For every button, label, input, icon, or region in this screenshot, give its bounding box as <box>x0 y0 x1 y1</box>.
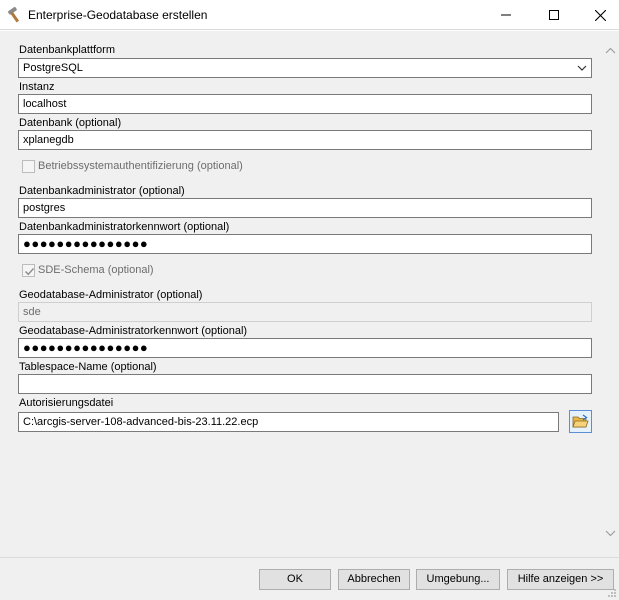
platform-select[interactable]: PostgreSQL <box>18 58 592 78</box>
gdb-admin-label: Geodatabase-Administrator (optional) <box>19 289 203 301</box>
ok-button[interactable]: OK <box>259 569 331 590</box>
scroll-down-icon[interactable] <box>605 528 616 538</box>
scroll-up-icon[interactable] <box>605 46 616 56</box>
database-input[interactable]: xplanegdb <box>18 130 592 150</box>
vertical-scrollbar[interactable] <box>602 31 619 557</box>
os-auth-label: Betriebssystemauthentifizierung (optiona… <box>38 160 243 172</box>
gdb-admin-password-label: Geodatabase-Administratorkennwort (optio… <box>19 325 248 337</box>
db-admin-input[interactable]: postgres <box>18 198 592 218</box>
hammer-icon <box>6 6 24 24</box>
gdb-admin-input[interactable]: sde <box>18 302 592 322</box>
browse-button[interactable] <box>569 410 592 433</box>
instance-input[interactable]: localhost <box>18 94 592 114</box>
resize-grip-icon[interactable] <box>607 588 617 598</box>
close-icon <box>594 9 606 21</box>
checkmark-icon <box>25 267 35 275</box>
chevron-down-icon <box>577 65 587 71</box>
minimize-button[interactable] <box>483 0 529 30</box>
db-admin-label: Datenbankadministrator (optional) <box>19 185 185 197</box>
platform-label: Datenbankplattform <box>19 44 115 56</box>
environment-button[interactable]: Umgebung... <box>416 569 500 590</box>
tablespace-input[interactable] <box>18 374 592 394</box>
db-admin-password-label: Datenbankadministratorkennwort (optional… <box>19 221 230 233</box>
platform-value: PostgreSQL <box>23 62 83 74</box>
sde-schema-row: SDE-Schema (optional) <box>22 262 154 278</box>
os-auth-row: Betriebssystemauthentifizierung (optiona… <box>22 158 243 174</box>
database-label: Datenbank (optional) <box>19 117 122 129</box>
tablespace-label: Tablespace-Name (optional) <box>19 361 157 373</box>
dialog-content: Datenbankplattform PostgreSQL Instanz lo… <box>0 31 619 557</box>
sde-schema-checkbox[interactable] <box>22 263 35 277</box>
auth-file-input[interactable]: C:\arcgis-server-108-advanced-bis-23.11.… <box>18 412 559 432</box>
instance-label: Instanz <box>19 81 55 93</box>
button-bar: OK Abbrechen Umgebung... Hilfe anzeigen … <box>0 557 619 600</box>
folder-open-icon <box>572 414 589 428</box>
help-button[interactable]: Hilfe anzeigen >> <box>507 569 614 590</box>
minimize-icon <box>501 14 511 16</box>
close-button[interactable] <box>577 0 619 30</box>
title-bar: Enterprise-Geodatabase erstellen <box>0 0 619 30</box>
sde-schema-label: SDE-Schema (optional) <box>38 264 154 276</box>
auth-file-label: Autorisierungsdatei <box>19 397 114 409</box>
os-auth-checkbox[interactable] <box>22 159 35 173</box>
window-title: Enterprise-Geodatabase erstellen <box>28 8 208 22</box>
cancel-button[interactable]: Abbrechen <box>338 569 410 590</box>
maximize-icon <box>549 10 559 20</box>
db-admin-password-input[interactable]: ●●●●●●●●●●●●●●● <box>18 234 592 254</box>
gdb-admin-password-input[interactable]: ●●●●●●●●●●●●●●● <box>18 338 592 358</box>
maximize-button[interactable] <box>531 0 577 30</box>
